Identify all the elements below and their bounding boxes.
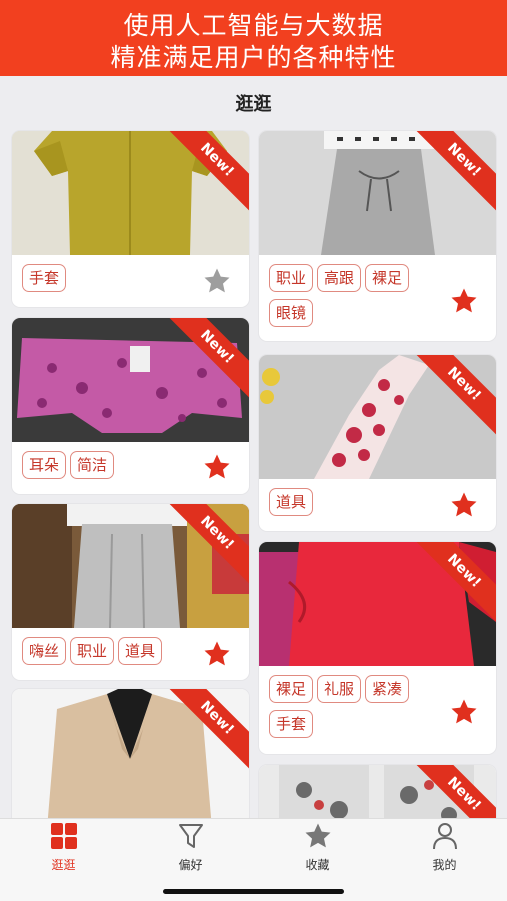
favorite-star-icon[interactable] [449, 697, 479, 727]
grid-icon [50, 823, 77, 849]
tab-profile[interactable]: 我的 [381, 819, 507, 879]
product-image: New! [12, 318, 249, 442]
tag-list: 手套 [22, 264, 202, 299]
tag-list: 耳朵 简洁 [22, 451, 202, 486]
product-image: New! [259, 542, 496, 666]
tab-label: 我的 [432, 858, 457, 872]
tag-list: 职业 高跟 裸足眼镜 [269, 264, 449, 334]
product-image: New! [259, 131, 496, 255]
favorite-star-icon[interactable] [449, 490, 479, 520]
favorite-star-icon[interactable] [202, 266, 232, 296]
page-title: 逛逛 [235, 94, 272, 115]
tag[interactable]: 耳朵 [22, 451, 67, 479]
tag[interactable]: 裸足 [365, 264, 410, 292]
tag-list: 嗨丝 职业 道具 [22, 637, 222, 672]
tag[interactable]: 高跟 [317, 264, 362, 292]
promo-banner: 使用人工智能与大数据 精准满足用户的各种特性 [0, 0, 507, 76]
home-indicator [163, 889, 344, 894]
tab-label: 收藏 [305, 858, 330, 872]
tag-list: 裸足 礼服 紧凑手套 [269, 675, 449, 745]
filter-icon [178, 824, 203, 848]
favorite-star-icon[interactable] [202, 639, 232, 669]
product-image: New! [259, 355, 496, 479]
tag[interactable]: 简洁 [70, 451, 115, 479]
product-image: New! [12, 504, 249, 628]
tag[interactable]: 眼镜 [269, 299, 314, 327]
tab-label: 偏好 [178, 858, 203, 872]
product-card[interactable]: New! 职业 高跟 裸足眼镜 [259, 131, 496, 341]
tag[interactable]: 道具 [269, 488, 314, 516]
tag[interactable]: 手套 [269, 710, 314, 738]
tag[interactable]: 手套 [22, 264, 67, 292]
favorite-star-icon[interactable] [449, 286, 479, 316]
favorite-star-icon[interactable] [202, 452, 232, 482]
product-card[interactable]: New! 手套 [12, 131, 249, 307]
product-card[interactable]: New! 耳朵 简洁 [12, 318, 249, 494]
banner-line-1: 使用人工智能与大数据 [123, 11, 384, 40]
tag[interactable]: 礼服 [317, 675, 362, 703]
product-card[interactable]: New! 裸足 礼服 紧凑手套 [259, 542, 496, 754]
product-card[interactable]: New! 道具 [259, 355, 496, 531]
star-icon [305, 823, 330, 848]
product-card[interactable]: New! 嗨丝 职业 道具 [12, 504, 249, 680]
tab-explore[interactable]: 逛逛 [0, 819, 127, 879]
tag[interactable]: 嗨丝 [22, 637, 67, 665]
tag[interactable]: 紧凑 [365, 675, 410, 703]
product-image: New! [12, 131, 249, 255]
tab-label: 逛逛 [51, 858, 76, 872]
product-image: New! [12, 689, 249, 829]
tab-preferences[interactable]: 偏好 [127, 819, 254, 879]
tag[interactable]: 裸足 [269, 675, 314, 703]
tag[interactable]: 职业 [269, 264, 314, 292]
person-icon [432, 823, 457, 850]
tag[interactable]: 职业 [70, 637, 115, 665]
banner-line-2: 精准满足用户的各种特性 [110, 43, 397, 72]
tag[interactable]: 道具 [118, 637, 163, 665]
product-card[interactable]: New! [12, 689, 249, 829]
tab-favorites[interactable]: 收藏 [254, 819, 381, 879]
tag-list: 道具 [269, 488, 449, 523]
